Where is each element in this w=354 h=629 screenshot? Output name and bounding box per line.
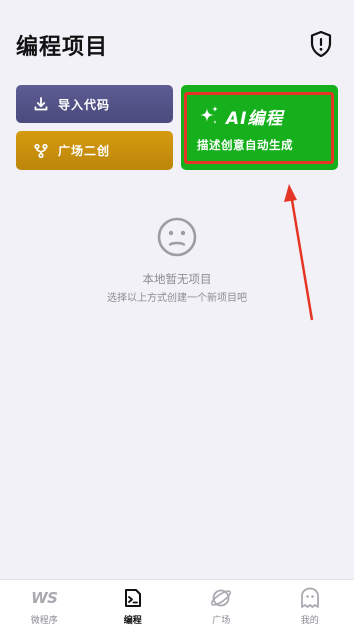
sparkle-icon	[200, 106, 218, 124]
tab-label: 编程	[123, 616, 142, 626]
ws-logo-text: WS	[31, 589, 58, 607]
tab-label: 微程序	[30, 616, 58, 626]
page-title: 编程项目	[16, 35, 109, 60]
code-file-icon	[122, 587, 144, 609]
tab-square[interactable]: 广场	[177, 580, 266, 629]
ai-coding-title: AI编程	[226, 109, 284, 129]
fork-icon	[34, 143, 48, 158]
tab-profile[interactable]: 我的	[266, 580, 354, 629]
empty-state-hint: 选择以上方式创建一个新项目吧	[107, 293, 247, 304]
tab-microprogram[interactable]: WS 微程序	[0, 580, 89, 629]
square-remix-label: 广场二创	[58, 144, 111, 158]
shield-alert-icon[interactable]	[310, 31, 332, 57]
header: 编程项目	[0, 0, 354, 80]
download-icon	[34, 97, 48, 111]
empty-state-title: 本地暂无项目	[142, 272, 212, 286]
planet-icon	[210, 587, 232, 609]
tab-coding[interactable]: 编程	[89, 580, 178, 629]
import-code-label: 导入代码	[58, 97, 111, 112]
ws-logo-icon: WS	[31, 587, 58, 609]
annotation-arrow	[284, 184, 314, 321]
ghost-avatar-icon	[299, 587, 321, 609]
square-remix-button[interactable]: 广场二创	[16, 131, 173, 170]
bottom-tab-bar: WS 微程序 编程 广场 我的	[0, 579, 354, 629]
import-code-button[interactable]: 导入代码	[16, 85, 173, 123]
tab-label: 广场	[212, 616, 231, 626]
ai-coding-subtitle: 描述创意自动生成	[197, 138, 293, 152]
tab-label: 我的	[300, 616, 319, 626]
sad-face-icon	[157, 217, 197, 257]
